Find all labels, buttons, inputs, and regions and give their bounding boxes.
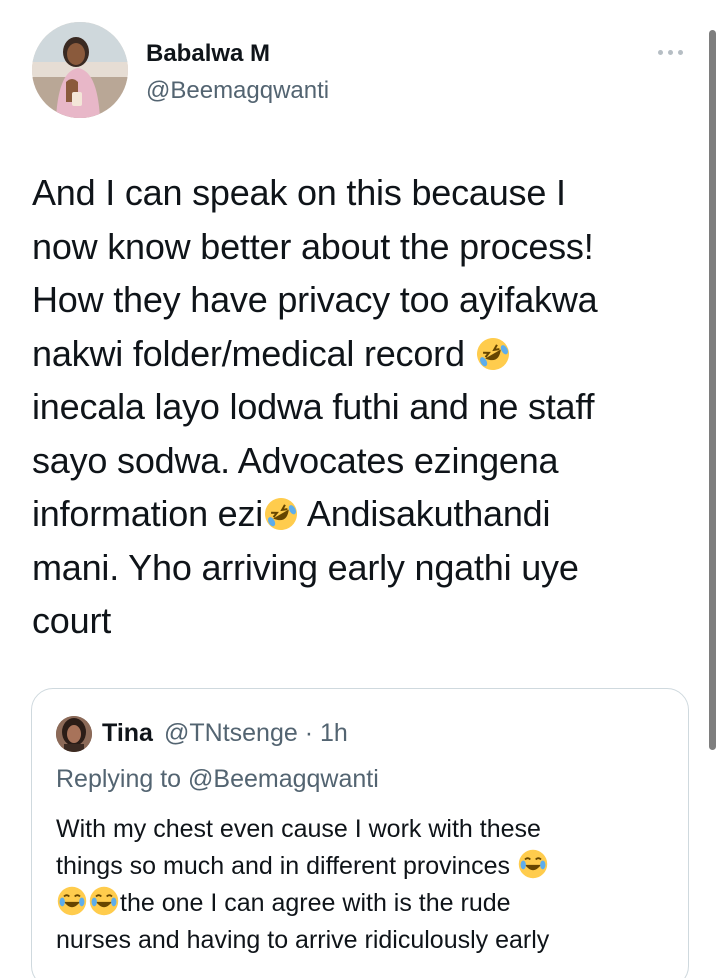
scrollbar-thumb[interactable] [709,30,716,750]
replying-to-label: Replying to @Beemagqwanti [56,765,379,793]
author-avatar[interactable] [32,22,128,118]
tweet-text-line: sayo sodwa. Advocates ezingena [32,439,559,481]
meta-separator: · [297,719,320,747]
quoted-author-display-name[interactable]: Tina [102,719,153,748]
quoted-text-line: With my chest even cause I work with the… [56,815,541,843]
quoted-text-line: things so much and in different province… [56,852,517,880]
quoted-text-line: nurses and having to arrive ridiculously… [56,926,550,954]
tweet-text-line: Andisakuthandi [299,493,551,534]
quoted-text-line: the one I can agree with is the rude [120,889,511,917]
tweet-text-line: now know better about the process! [32,225,594,267]
face-with-tears-of-joy-emoji [518,849,548,879]
tweet: Babalwa M @Beemagqwanti And I can speak … [0,0,720,978]
rolling-on-floor-laughing-emoji [476,337,509,370]
face-with-tears-of-joy-emoji [89,886,119,916]
quoted-author-handle[interactable]: @TNtsenge [164,719,298,747]
profile-photo [32,22,128,118]
tweet-text-line: court [32,600,112,641]
quoted-tweet-text: With my chest even cause I work with the… [56,811,666,959]
tweet-text-line: How they have privacy too ayifakwa [32,279,598,320]
author-display-name[interactable]: Babalwa M [146,40,270,68]
face-with-tears-of-joy-emoji [57,886,87,916]
tweet-text-line: mani. Yho arriving early ngathi uye [32,546,579,588]
more-options-button[interactable] [650,38,690,66]
quoted-tweet-card[interactable]: Tina @TNtsenge · 1h Replying to @Beemagq… [31,688,689,978]
tweet-text-line: inecala layo lodwa futhi and ne staff [32,386,595,427]
tweet-text: And I can speak on this because I now kn… [32,166,692,648]
quoted-timestamp[interactable]: 1h [320,719,348,747]
rolling-on-floor-laughing-emoji [265,498,298,530]
quoted-author-avatar[interactable] [56,716,92,752]
tweet-text-line: nakwi folder/medical record [32,332,475,374]
tweet-text-line: information ezi [32,493,264,534]
tweet-text-line: And I can speak on this because I [32,172,566,213]
author-handle[interactable]: @Beemagqwanti [146,77,329,105]
more-horizontal-icon [657,49,663,55]
quoted-author-meta: @TNtsenge · 1h [164,719,348,748]
more-dot [677,49,683,55]
profile-photo [56,716,92,752]
more-dot [667,49,673,55]
